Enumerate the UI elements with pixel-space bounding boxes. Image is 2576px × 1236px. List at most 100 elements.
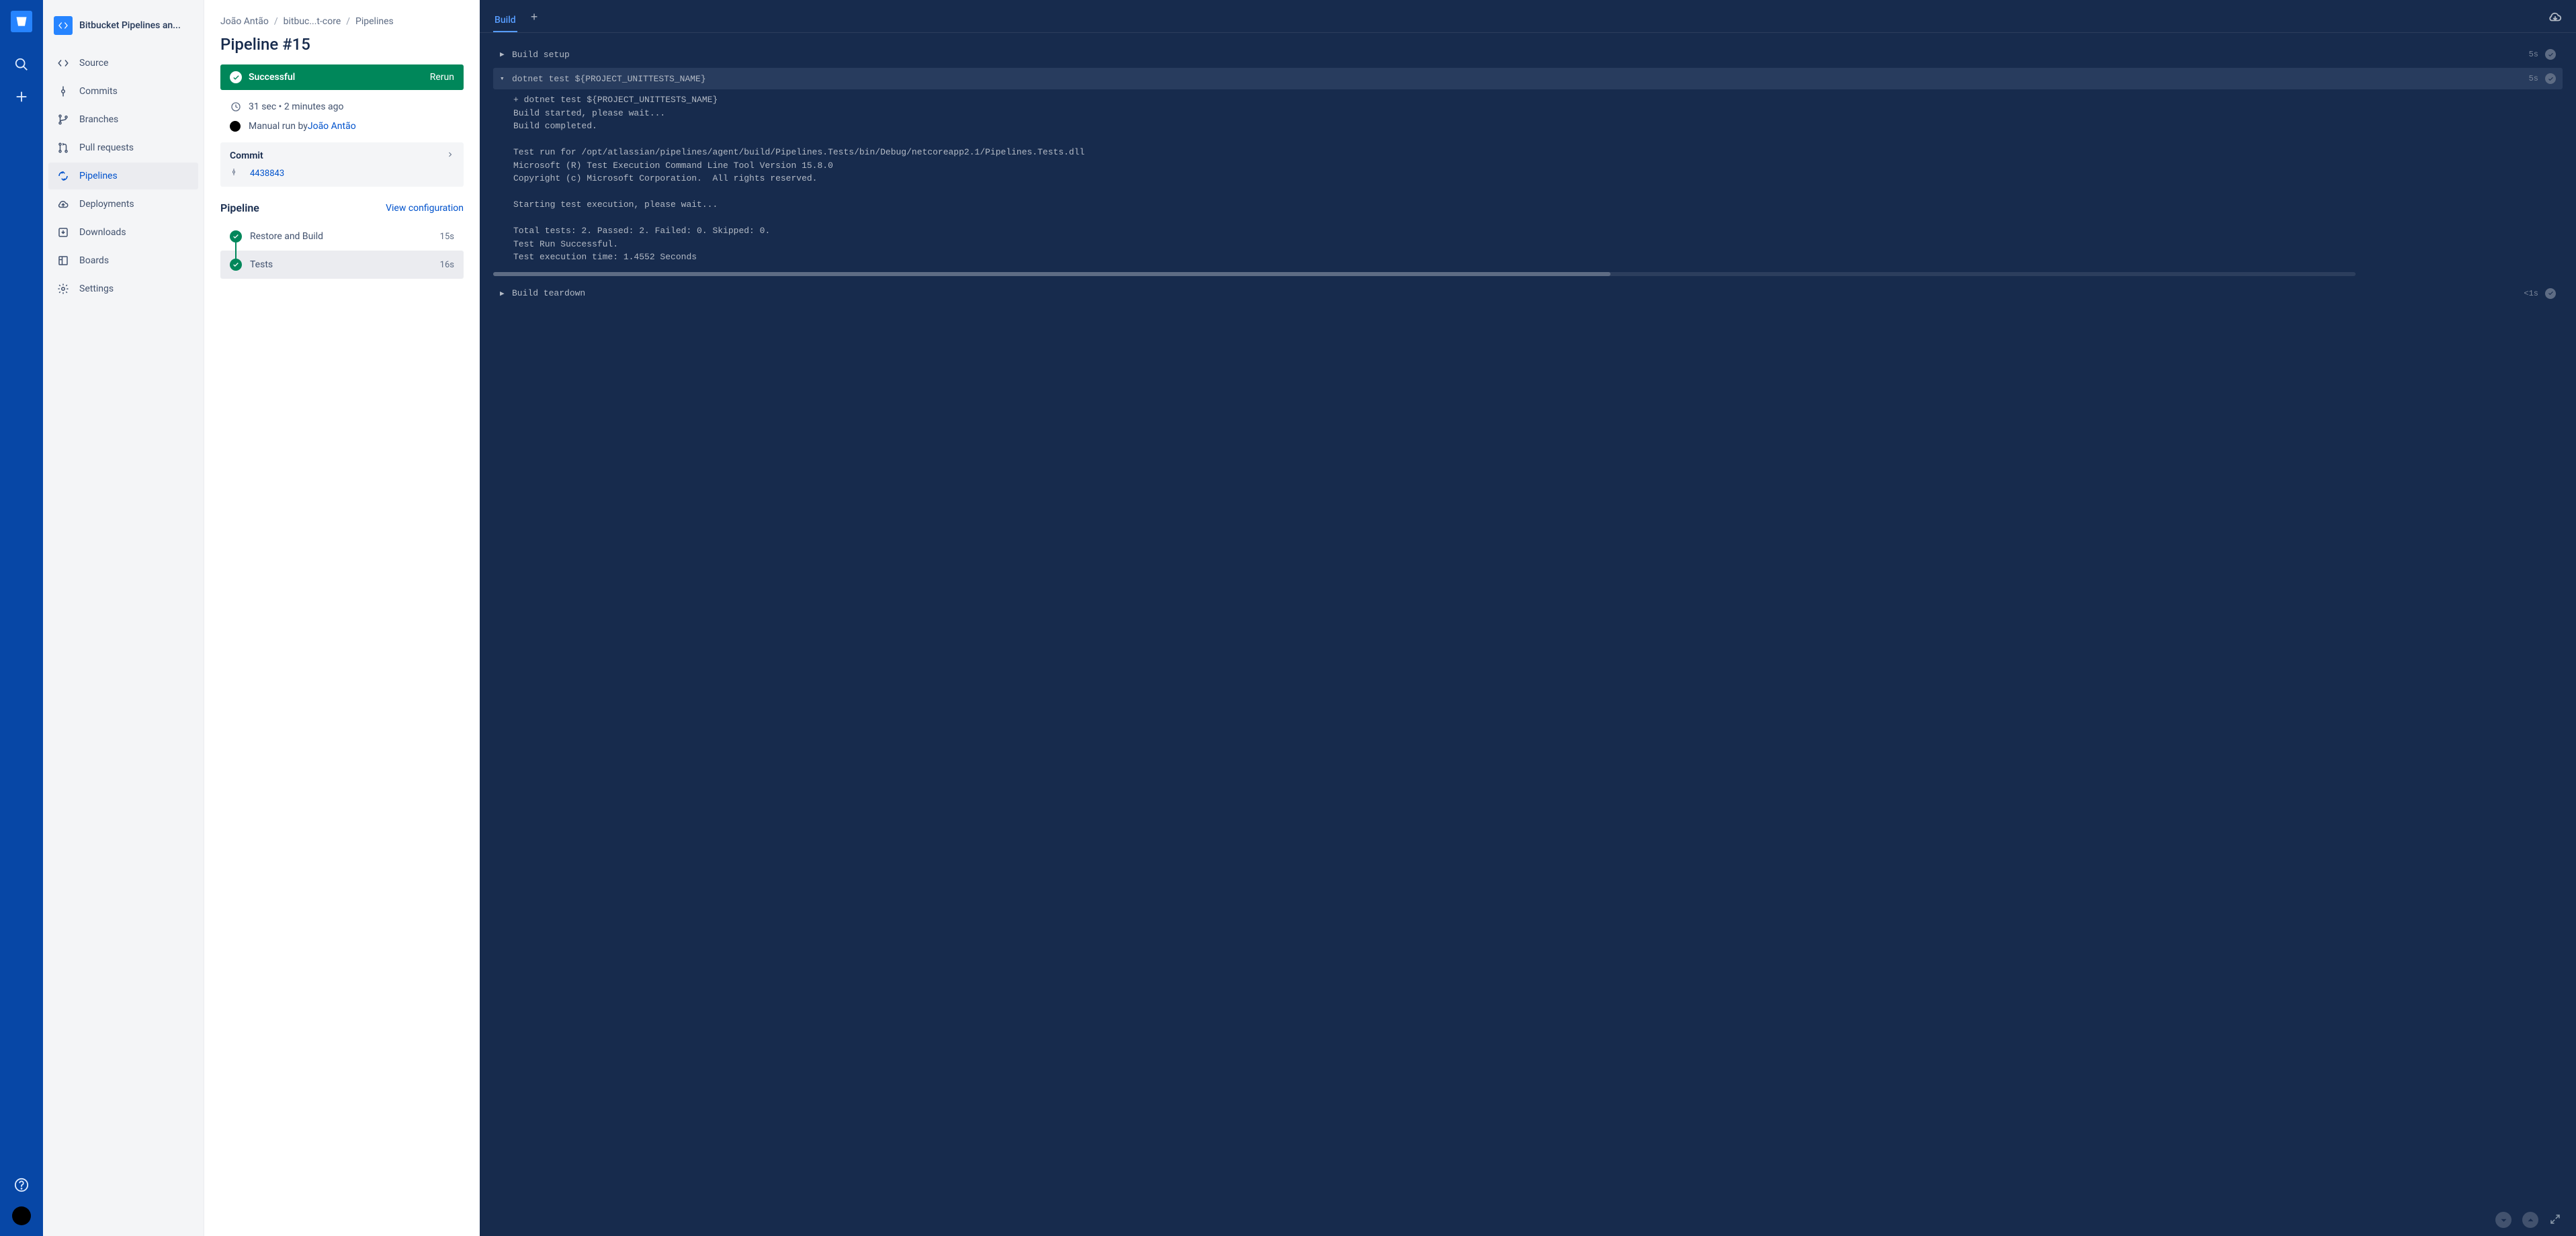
terminal-panel: Build + ▶ Build setup 5s ▾ dotnet test $… [480, 0, 2576, 1236]
log-title: Build teardown [512, 288, 2524, 298]
sidebar-item-label: Commits [79, 86, 118, 97]
duration-row: 31 sec • 2 minutes ago [230, 101, 464, 113]
log-dotnet-test: ▾ dotnet test ${PROJECT_UNITTESTS_NAME} … [493, 68, 2563, 276]
check-circle-icon [2545, 49, 2556, 60]
log-line: Build started, please wait... [513, 107, 2563, 120]
run-by-link[interactable]: João Antão [308, 121, 356, 132]
log-time: 5s [2529, 50, 2538, 59]
scroll-down-button[interactable] [2495, 1212, 2511, 1228]
pipeline-detail: João Antão / bitbuc...t-core / Pipelines… [204, 0, 480, 1236]
plus-icon[interactable] [8, 83, 35, 110]
step-name: Restore and Build [250, 231, 440, 242]
check-circle-icon [230, 71, 242, 83]
breadcrumb: João Antão / bitbuc...t-core / Pipelines [220, 16, 464, 27]
cloud-upload-icon [55, 196, 71, 212]
cloud-download-icon[interactable] [2548, 9, 2563, 32]
status-label: Successful [249, 72, 430, 83]
log-header[interactable]: ▶ Build teardown <1s [493, 283, 2563, 304]
rerun-button[interactable]: Rerun [430, 72, 454, 83]
log-header[interactable]: ▶ Build setup 5s [493, 44, 2563, 65]
sidebar-item-label: Branches [79, 114, 118, 125]
log-line: Test run for /opt/atlassian/pipelines/ag… [513, 146, 2563, 159]
breadcrumb-repo[interactable]: bitbuc...t-core [284, 16, 341, 27]
search-icon[interactable] [8, 51, 35, 78]
horizontal-scrollbar[interactable] [493, 272, 2356, 276]
caret-down-icon: ▾ [500, 74, 508, 83]
log-title: dotnet test ${PROJECT_UNITTESTS_NAME} [512, 74, 2529, 84]
commit-hash-link[interactable]: 4438843 [250, 169, 284, 179]
sidebar-item-label: Pull requests [79, 142, 134, 153]
sidebar-item-pipelines[interactable]: Pipelines [48, 163, 198, 189]
pull-request-icon [55, 140, 71, 156]
check-circle-icon [2545, 288, 2556, 299]
log-title: Build setup [512, 50, 2529, 60]
status-bar: Successful Rerun [220, 64, 464, 90]
step-list: Restore and Build 15s Tests 16s [220, 222, 464, 279]
gear-icon [55, 281, 71, 297]
sidebar-item-label: Source [79, 58, 108, 69]
log-time: <1s [2524, 289, 2538, 298]
pipeline-section-header: Pipeline View configuration [220, 202, 464, 214]
sidebar-item-boards[interactable]: Boards [48, 247, 198, 274]
run-prefix: Manual run by [249, 121, 308, 132]
step-time: 16s [440, 260, 454, 270]
branch-icon [55, 112, 71, 128]
page-title: Pipeline #15 [220, 35, 464, 54]
log-line [513, 185, 2563, 199]
breadcrumb-section[interactable]: Pipelines [355, 16, 394, 27]
repo-header[interactable]: Bitbucket Pipelines an... [43, 11, 204, 48]
chevron-right-icon [446, 150, 454, 161]
help-icon[interactable] [8, 1172, 35, 1198]
terminal-body[interactable]: ▶ Build setup 5s ▾ dotnet test ${PROJECT… [480, 33, 2576, 1204]
commit-hash-icon [230, 168, 243, 179]
check-circle-icon [230, 259, 242, 271]
sidebar-item-deployments[interactable]: Deployments [48, 191, 198, 218]
terminal-tabs: Build + [480, 0, 2576, 33]
sidebar-item-source[interactable]: Source [48, 50, 198, 77]
add-tab-button[interactable]: + [531, 11, 538, 30]
view-configuration-link[interactable]: View configuration [386, 203, 464, 214]
tab-build[interactable]: Build [493, 9, 517, 32]
sidebar-item-branches[interactable]: Branches [48, 106, 198, 133]
check-circle-icon [2545, 73, 2556, 84]
log-build-teardown: ▶ Build teardown <1s [493, 283, 2563, 304]
step-tests[interactable]: Tests 16s [220, 251, 464, 279]
pipeline-section-title: Pipeline [220, 202, 259, 214]
breadcrumb-owner[interactable]: João Antão [220, 16, 269, 27]
log-line: Microsoft (R) Test Execution Command Lin… [513, 159, 2563, 173]
user-avatar[interactable] [12, 1206, 31, 1225]
log-line: Build completed. [513, 120, 2563, 133]
sidebar-item-downloads[interactable]: Downloads [48, 219, 198, 246]
sidebar-item-label: Settings [79, 283, 114, 294]
commit-icon [55, 83, 71, 99]
scroll-up-button[interactable] [2522, 1212, 2538, 1228]
commit-header[interactable]: Commit [230, 150, 454, 161]
log-build-setup: ▶ Build setup 5s [493, 44, 2563, 65]
clock-icon [230, 101, 242, 113]
commit-title: Commit [230, 150, 263, 161]
sidebar-item-settings[interactable]: Settings [48, 275, 198, 302]
duration-text: 31 sec • 2 minutes ago [249, 101, 344, 112]
log-line: Test Run Successful. [513, 238, 2563, 251]
bitbucket-logo[interactable] [11, 11, 32, 32]
step-time: 15s [440, 232, 454, 242]
caret-right-icon: ▶ [500, 50, 508, 59]
log-content: + dotnet test ${PROJECT_UNITTESTS_NAME}B… [493, 89, 2563, 268]
sidebar-item-pull-requests[interactable]: Pull requests [48, 134, 198, 161]
log-header[interactable]: ▾ dotnet test ${PROJECT_UNITTESTS_NAME} … [493, 68, 2563, 89]
log-line [513, 212, 2563, 225]
boards-icon [55, 253, 71, 269]
sidebar-item-label: Boards [79, 255, 109, 266]
fullscreen-button[interactable] [2549, 1213, 2563, 1227]
log-line: Total tests: 2. Passed: 2. Failed: 0. Sk… [513, 224, 2563, 238]
step-name: Tests [250, 259, 440, 270]
log-line: Copyright (c) Microsoft Corporation. All… [513, 172, 2563, 185]
global-rail [0, 0, 43, 1236]
download-icon [55, 224, 71, 240]
sidebar-item-label: Pipelines [79, 171, 118, 181]
step-restore-and-build[interactable]: Restore and Build 15s [220, 222, 464, 251]
terminal-footer [480, 1204, 2576, 1236]
commit-card: Commit 4438843 [220, 142, 464, 187]
log-line: Starting test execution, please wait... [513, 198, 2563, 212]
sidebar-item-commits[interactable]: Commits [48, 78, 198, 105]
